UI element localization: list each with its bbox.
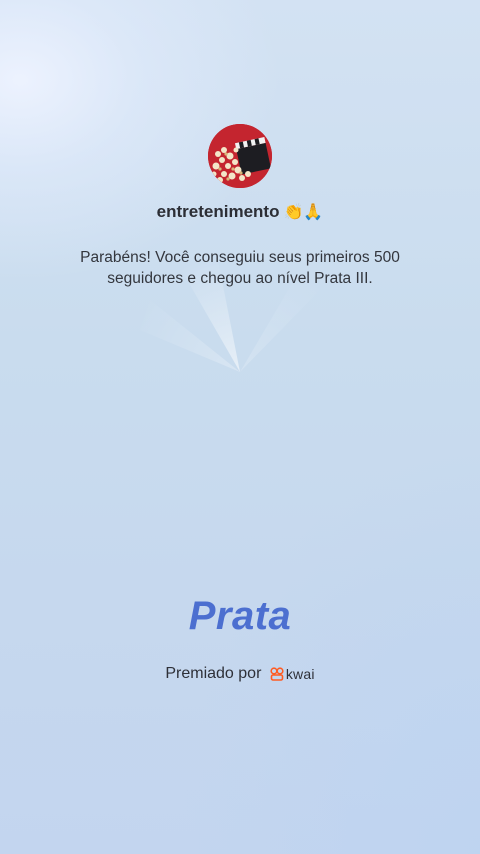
awarded-by-label: Premiado por [165, 665, 262, 682]
awarded-by: Premiado por kwai [0, 665, 480, 683]
level-title: Prata [188, 594, 292, 638]
clap-pray-emojis: 👏🙏 [283, 202, 324, 221]
popcorn-clapperboard-icon [208, 124, 272, 188]
congratulations-message: Parabéns! Você conseguiu seus primeiros … [80, 249, 400, 287]
avatar[interactable] [208, 124, 272, 188]
username-text: entretenimento [156, 202, 280, 221]
profile-name: entretenimento 👏🙏 [0, 202, 480, 222]
kwai-logo-icon [270, 667, 284, 681]
kwai-brand-name: kwai [285, 665, 315, 682]
kwai-brand: kwai [270, 666, 315, 682]
